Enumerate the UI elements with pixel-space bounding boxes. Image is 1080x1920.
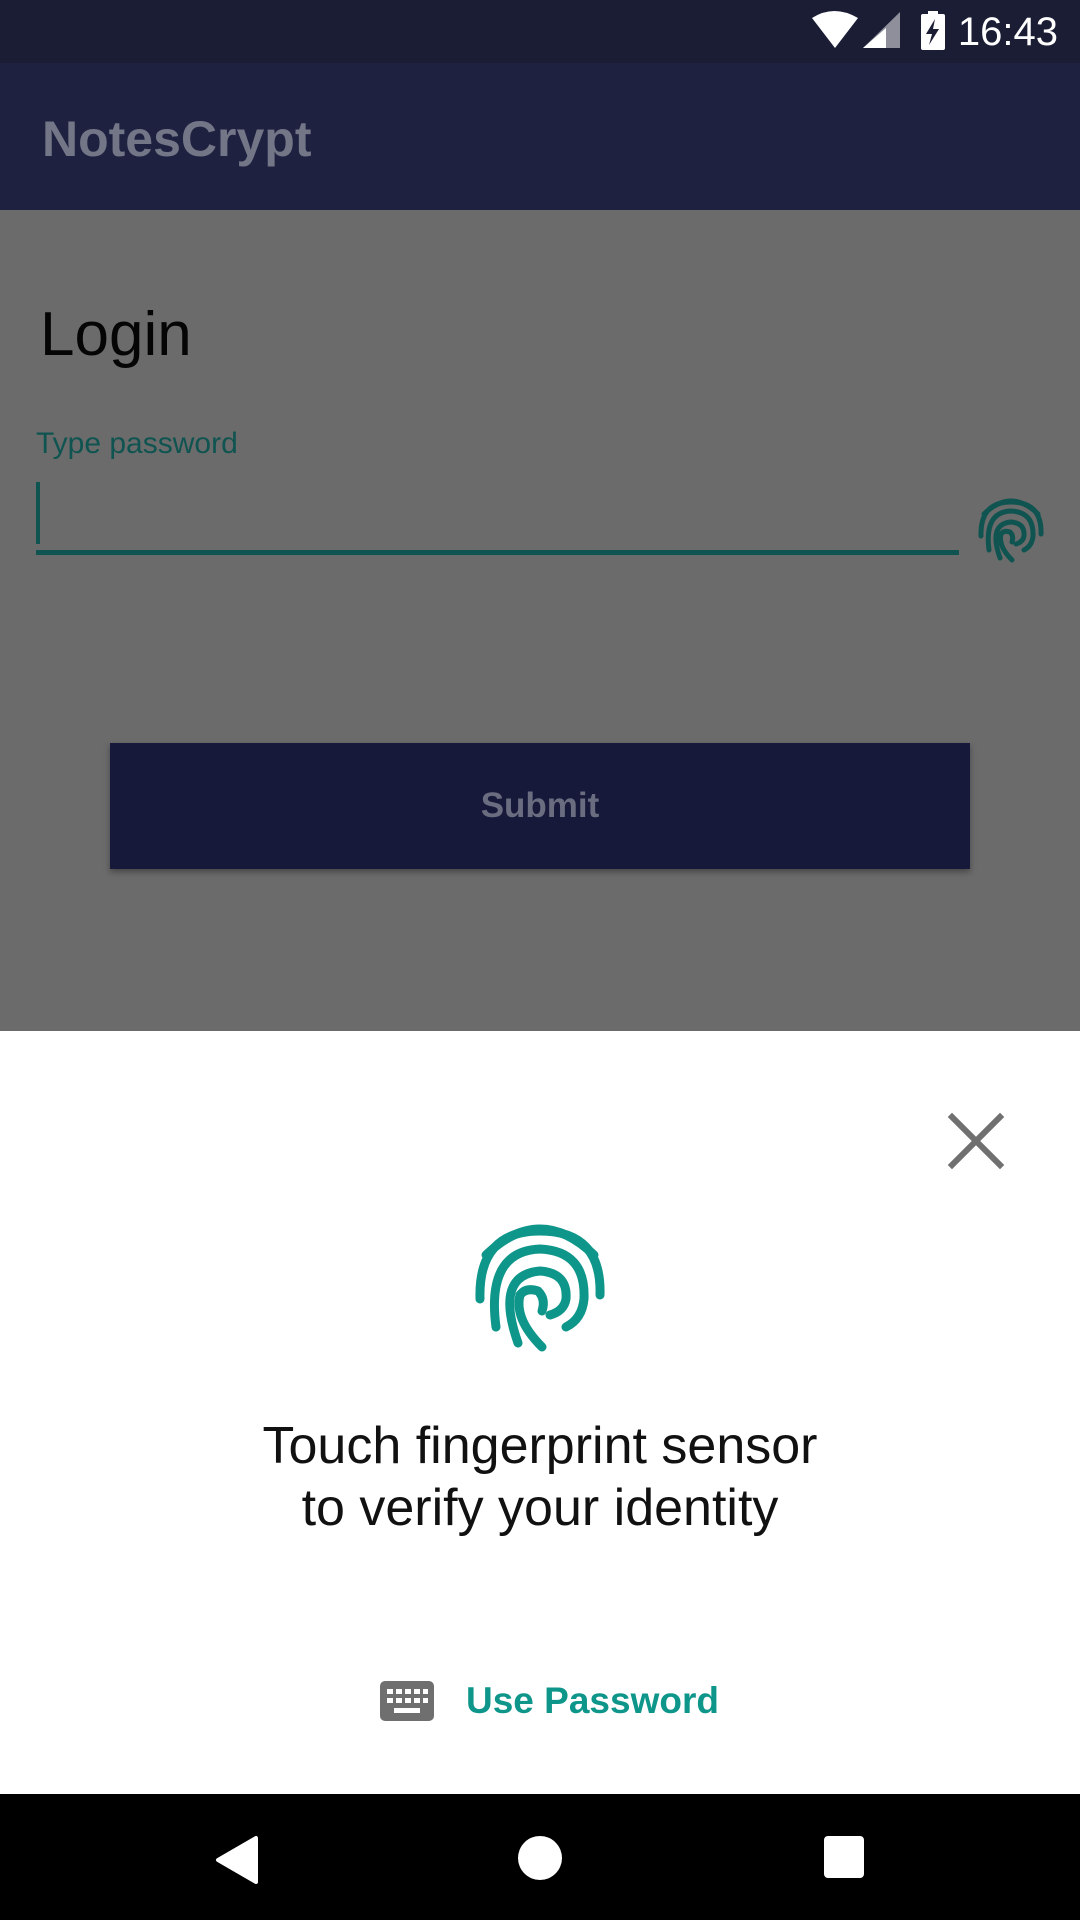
close-icon[interactable]: [946, 1111, 1006, 1171]
fingerprint-message: Touch fingerprint sensor to verify your …: [0, 1415, 1080, 1539]
password-input[interactable]: [36, 478, 959, 555]
status-time: 16:43: [957, 10, 1058, 54]
page-title: Login: [40, 300, 192, 369]
fingerprint-message-line2: to verify your identity: [301, 1479, 779, 1537]
back-icon[interactable]: [212, 1834, 260, 1886]
home-icon[interactable]: [518, 1836, 562, 1880]
recents-icon[interactable]: [824, 1836, 864, 1878]
keyboard-icon: [380, 1681, 434, 1721]
navigation-bar: [0, 1794, 1080, 1920]
status-bar: 16:43: [0, 0, 1080, 63]
fingerprint-sheet: Touch fingerprint sensor to verify your …: [0, 1031, 1080, 1794]
fingerprint-message-line1: Touch fingerprint sensor: [262, 1417, 818, 1475]
password-label: Type password: [36, 427, 238, 460]
cell-signal-icon: [863, 12, 900, 48]
wifi-icon: [812, 11, 858, 48]
battery-charging-icon: [921, 11, 945, 50]
fingerprint-icon[interactable]: [978, 492, 1044, 564]
status-icons: [812, 11, 945, 50]
use-password-label: Use Password: [466, 1680, 719, 1721]
app-title: NotesCrypt: [42, 111, 312, 167]
fingerprint-icon: [475, 1224, 605, 1352]
text-cursor: [36, 482, 40, 544]
app-bar: NotesCrypt: [0, 63, 1080, 210]
use-password-button[interactable]: Use Password: [380, 1673, 720, 1729]
submit-button[interactable]: Submit: [110, 743, 970, 869]
login-screen: Login Type password Submit: [0, 210, 1080, 1031]
